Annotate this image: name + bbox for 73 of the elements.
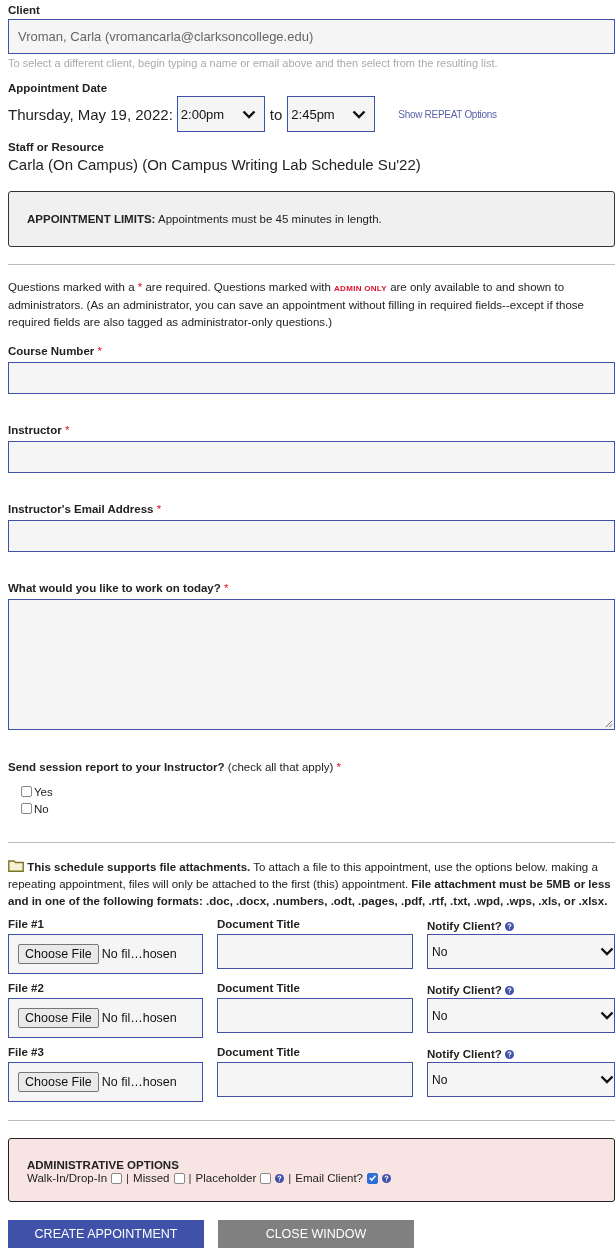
choose-file-button[interactable]: Choose File: [18, 944, 99, 964]
input-field[interactable]: [8, 441, 615, 473]
resize-grip-icon[interactable]: [604, 719, 613, 728]
notify-select[interactable]: No: [427, 934, 615, 969]
field-label: Client: [8, 4, 41, 16]
notify-select[interactable]: No: [427, 1062, 615, 1097]
separator-text: |: [188, 1172, 192, 1184]
help-icon[interactable]: [504, 921, 514, 931]
panel-title: ADMINISTRATIVE OPTIONS: [27, 1159, 180, 1171]
question-label: Instructor *: [8, 424, 71, 436]
limits-text: APPOINTMENT LIMITS: Appointments must be 45 minutes in length.: [27, 213, 382, 225]
file-input[interactable]: Choose File No fil…hosen: [8, 998, 203, 1038]
input-field[interactable]: [8, 362, 615, 394]
question-label: What would you like to work on today? *: [8, 582, 230, 594]
document-title-field[interactable]: [217, 934, 413, 969]
document-title-field[interactable]: [217, 998, 413, 1033]
option-label: No: [34, 802, 49, 815]
field-label: Document Title: [217, 1046, 301, 1060]
file-label: File #3: [8, 1046, 45, 1060]
create-button[interactable]: CREATE APPOINTMENT: [8, 1220, 204, 1248]
help-icon[interactable]: [382, 1173, 391, 1183]
file-input[interactable]: Choose File No fil…hosen: [8, 1062, 203, 1102]
file-input[interactable]: Choose File No fil…hosen: [8, 934, 203, 974]
option-label: Walk-In/Drop-In: [27, 1172, 108, 1184]
checkbox[interactable]: [260, 1172, 272, 1184]
date-text: Thursday, May 19, 2022:: [8, 105, 173, 123]
close-button[interactable]: CLOSE WINDOW: [218, 1220, 414, 1248]
checkbox[interactable]: [111, 1172, 123, 1184]
folder-icon: [8, 860, 24, 872]
field-label: Document Title: [217, 918, 301, 932]
staff-value: Carla (On Campus) (On Campus Writing Lab Schedule Su'22): [8, 156, 422, 173]
chevron-icon: [352, 109, 367, 119]
to-text: to: [269, 105, 283, 123]
option-label: Email Client?: [295, 1172, 363, 1184]
checkbox[interactable]: [367, 1172, 378, 1184]
field-label: Document Title: [217, 982, 301, 996]
intro-text: Questions marked with a * are required. Questions marked with ADMIN ONLY are only available to and shown to administrators. (As an administrator, you can save an appointment without filling in required fields--except if those required fields are also tagged as administrator-only questions.): [8, 280, 585, 330]
client-field[interactable]: Vroman, Carla (vromancarla@clarksoncollege.edu): [8, 19, 615, 54]
option-label: Missed: [133, 1172, 170, 1184]
hint-text: To select a different client, begin typing a name or email above and then select from the resulting list.: [8, 57, 499, 69]
chevron-icon: [600, 1011, 614, 1020]
question-label: Course Number *: [8, 345, 103, 357]
question-label: Send session report to your Instructor? (check all that apply) *: [8, 761, 342, 773]
input-field[interactable]: [8, 520, 615, 552]
checkbox[interactable]: [21, 803, 32, 814]
file-label: File #1: [8, 918, 45, 932]
separator-text: |: [126, 1172, 130, 1184]
file-label: File #2: [8, 982, 45, 996]
field-label: Appointment Date: [8, 82, 109, 94]
choose-file-button[interactable]: Choose File: [18, 1072, 99, 1092]
document-title-field[interactable]: [217, 1062, 413, 1097]
choose-file-button[interactable]: Choose File: [18, 1008, 99, 1028]
end-time-select[interactable]: 2:45pm: [287, 96, 376, 132]
field-label: Notify Client?: [427, 1048, 502, 1060]
checkbox[interactable]: [21, 786, 32, 797]
chevron-icon: [600, 1075, 614, 1084]
separator-text: |: [288, 1172, 292, 1184]
help-icon[interactable]: [504, 985, 514, 995]
attachments-notice: This schedule supports file attachments. To attach a file to this appointment, use the options below. making a repeating appointment, files will only be attached to the first (this) appointment. File attachment must be 5MB or less and in one of the following formats: .doc, .docx, .numbers, .odt, .pages, .pdf, .rtf, .txt, .wpd, .wps, .xls, or .xlsx.: [8, 859, 612, 909]
field-label: Notify Client?: [427, 920, 502, 932]
field-label: Staff or Resource: [8, 141, 105, 153]
option-label: Placeholder: [195, 1172, 257, 1184]
chevron-icon: [241, 109, 256, 119]
help-icon[interactable]: [504, 1049, 514, 1059]
option-label: Yes: [34, 785, 53, 798]
repeat-options-link[interactable]: Show REPEAT Options: [398, 108, 497, 120]
field-label: Notify Client?: [427, 984, 502, 996]
question-label: Instructor's Email Address *: [8, 503, 163, 515]
help-icon[interactable]: [275, 1173, 285, 1183]
checkbox[interactable]: [173, 1172, 185, 1184]
chevron-icon: [600, 947, 614, 956]
notify-select[interactable]: No: [427, 998, 615, 1033]
start-time-select[interactable]: 2:00pm: [176, 96, 265, 132]
